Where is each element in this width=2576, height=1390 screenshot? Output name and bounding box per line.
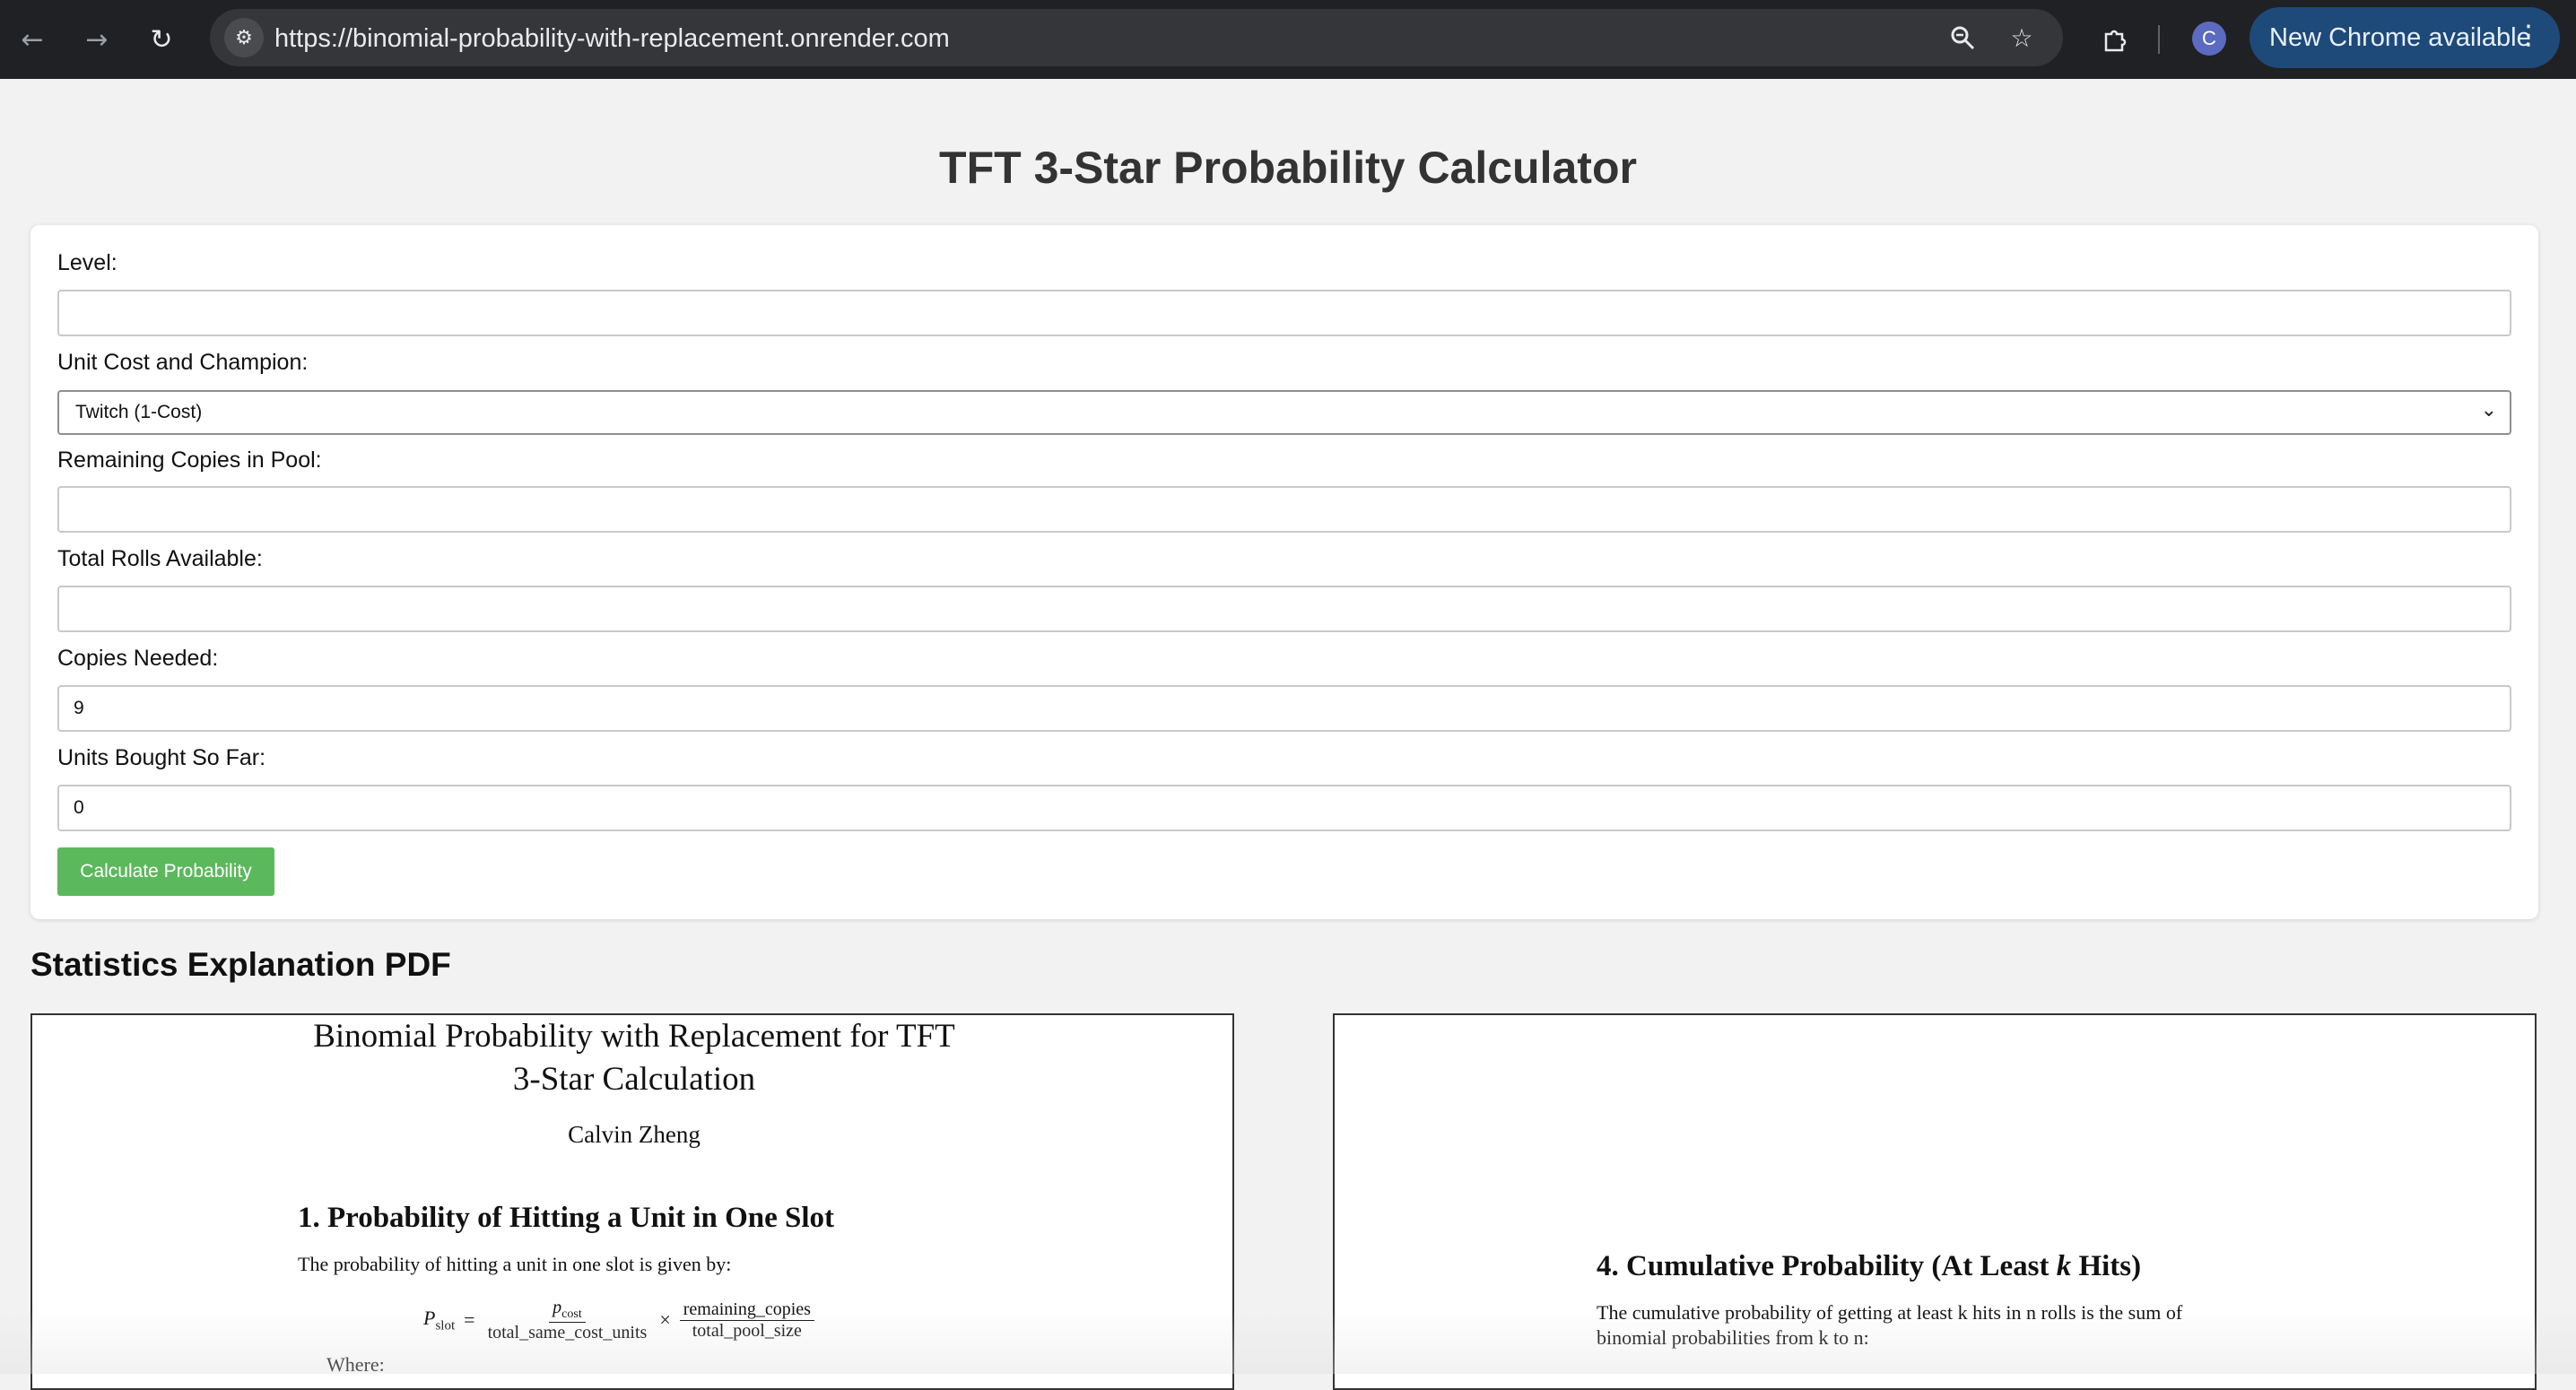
reload-button[interactable]: ↻ [142,20,181,59]
slot-probability-formula: Pslot = pcost total_same_cost_units × re… [423,1293,814,1347]
fraction-2-denominator: total_pool_size [692,1320,802,1341]
fraction-1-denominator: total_same_cost_units [487,1322,648,1342]
browser-toolbar: ← → ↻ ⚙ https://binomial-probability-wit… [0,0,2576,79]
pdf-section-1-title: 1. Probability of Hitting a Unit in One … [298,1202,835,1234]
toolbar-divider [2158,25,2160,54]
unit-select[interactable]: Twitch (1-Cost) ⌄ [57,390,2511,435]
copies-needed-input[interactable]: 9 [57,685,2511,732]
remaining-input[interactable] [57,486,2511,533]
calculate-button[interactable]: Calculate Probability [57,847,274,896]
formula-lhs: Pslot [423,1307,455,1334]
units-bought-input[interactable]: 0 [57,785,2511,831]
pdf-section-heading: Statistics Explanation PDF [30,946,451,983]
chevron-down-icon: ⌄ [2480,399,2497,421]
puzzle-icon [2104,30,2127,52]
unit-label: Unit Cost and Champion: [57,350,309,375]
page-title: TFT 3-Star Probability Calculator [939,143,1637,193]
pdf-section-4-title: 4. Cumulative Probability (At Least k Hi… [1597,1250,2141,1283]
section-4-title-variable: k [2056,1250,2072,1282]
fraction-1-numerator-subscript: cost [561,1307,582,1321]
fraction-1-numerator-symbol: p [553,1297,562,1317]
section-4-title-end: Hits) [2071,1250,2142,1282]
pdf-title-line-2: 3-Star Calculation [512,1061,756,1098]
fraction-1-numerator: pcost [549,1298,586,1323]
pdf-title: Binomial Probability with Replacement fo… [32,1015,1232,1101]
formula-times: × [659,1308,671,1331]
formula-lhs-symbol: P [423,1306,436,1329]
unit-selected-value: Twitch (1-Cost) [75,402,203,422]
pdf-author: Calvin Zheng [568,1121,701,1148]
level-label: Level: [57,250,117,275]
extensions-button[interactable] [2095,20,2135,59]
fraction-2-numerator: remaining_copies [679,1299,814,1321]
back-button[interactable]: ← [13,20,52,59]
arrow-right-icon: → [85,23,109,56]
rolls-input[interactable] [57,586,2511,632]
formula-equals: = [464,1308,475,1331]
arrow-left-icon: ← [21,23,44,56]
more-vertical-icon[interactable]: ⋮ [2515,20,2542,51]
formula-fraction-2: remaining_copies total_pool_size [679,1299,814,1342]
zoom-icon [1951,26,1975,50]
copies-needed-label: Copies Needed: [57,646,219,671]
pdf-title-line-1: Binomial Probability with Replacement fo… [313,1018,955,1055]
formula-lhs-subscript: slot [435,1318,456,1334]
reload-icon: ↻ [150,23,173,56]
chrome-update-button[interactable]: New Chrome available ⋮ [2250,7,2560,68]
forward-button[interactable]: → [77,20,117,59]
pdf-section-4-line-1: The cumulative probability of getting at… [1597,1301,2183,1324]
calculator-form: Level: Unit Cost and Champion: Twitch (1… [30,225,2538,919]
tune-icon: ⚙ [235,26,253,49]
url-text[interactable]: https://binomial-probability-with-replac… [274,24,950,54]
profile-avatar[interactable]: C [2192,22,2226,56]
site-info-button[interactable]: ⚙ [224,18,264,57]
avatar-letter: C [2202,27,2216,49]
remaining-label: Remaining Copies in Pool: [57,447,322,473]
formula-fraction-1: pcost total_same_cost_units [484,1298,651,1343]
address-bar[interactable]: ⚙ https://binomial-probability-with-repl… [210,9,2063,66]
pdf-page-2[interactable]: 4. Cumulative Probability (At Least k Hi… [1333,1013,2537,1390]
section-4-title-start: 4. Cumulative Probability (At Least [1597,1250,2057,1282]
level-input[interactable] [57,290,2511,336]
zoom-button[interactable] [1945,20,1980,56]
rolls-label: Total Rolls Available: [57,546,263,571]
pdf-section-4-line-2: binomial probabilities from k to n: [1597,1326,1869,1349]
bookmark-button[interactable]: ☆ [2004,20,2040,56]
units-bought-label: Units Bought So Far: [57,745,266,770]
pdf-section-1-intro: The probability of hitting a unit in one… [298,1253,732,1275]
pdf-page-1[interactable]: Binomial Probability with Replacement fo… [30,1013,1234,1390]
star-icon: ☆ [2010,22,2033,53]
update-label: New Chrome available [2269,22,2531,52]
